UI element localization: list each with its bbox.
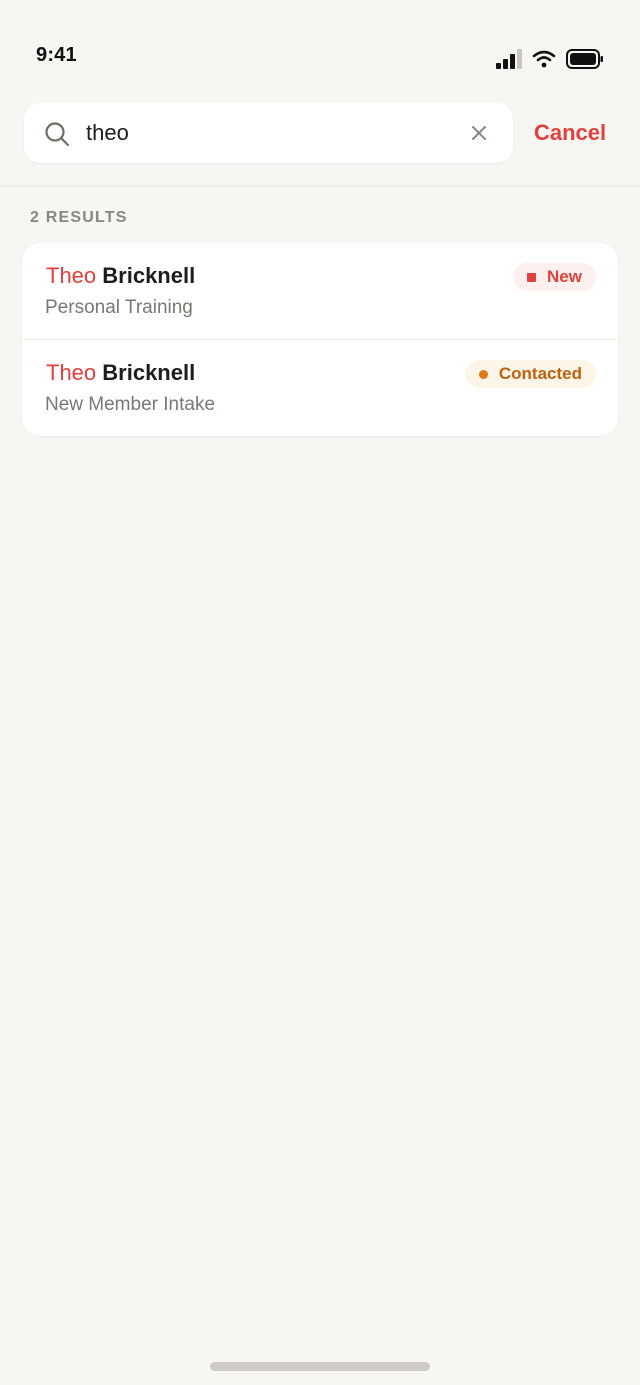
search-input[interactable] <box>86 115 456 151</box>
result-subtitle: Personal Training <box>45 297 193 318</box>
status-label: New <box>547 267 582 286</box>
status-icons <box>496 47 604 71</box>
name-rest: Bricknell <box>96 263 196 288</box>
result-subtitle: New Member Intake <box>45 394 216 415</box>
status-bar: 9:41 <box>0 0 640 90</box>
result-name: Theo Bricknell <box>46 360 195 386</box>
result-name: Theo Bricknell <box>46 263 195 289</box>
results-count: 2 RESULTS <box>30 209 128 226</box>
signal-icon <box>496 49 522 69</box>
search-row: Cancel <box>24 103 616 165</box>
name-match-highlight: Theo <box>46 360 97 385</box>
results-list: Theo Bricknell Personal Training New The… <box>22 243 618 436</box>
name-match-highlight: Theo <box>46 263 97 288</box>
clear-icon[interactable] <box>470 124 488 142</box>
name-rest: Bricknell <box>96 360 196 385</box>
status-badge-contacted: Contacted <box>464 360 596 388</box>
status-badge-new: New <box>513 263 596 291</box>
result-row[interactable]: Theo Bricknell New Member Intake Contact… <box>22 339 618 436</box>
battery-icon <box>566 49 603 69</box>
status-time: 9:41 <box>36 44 77 66</box>
result-row[interactable]: Theo Bricknell Personal Training New <box>22 243 618 339</box>
search-box[interactable] <box>24 103 513 163</box>
status-square-icon <box>527 272 537 282</box>
home-indicator <box>210 1362 430 1371</box>
cancel-button[interactable]: Cancel <box>534 120 606 146</box>
wifi-icon <box>532 50 556 68</box>
status-label: Contacted <box>498 364 582 383</box>
divider <box>0 185 640 187</box>
status-dot-icon <box>478 369 488 379</box>
search-icon <box>45 122 70 147</box>
